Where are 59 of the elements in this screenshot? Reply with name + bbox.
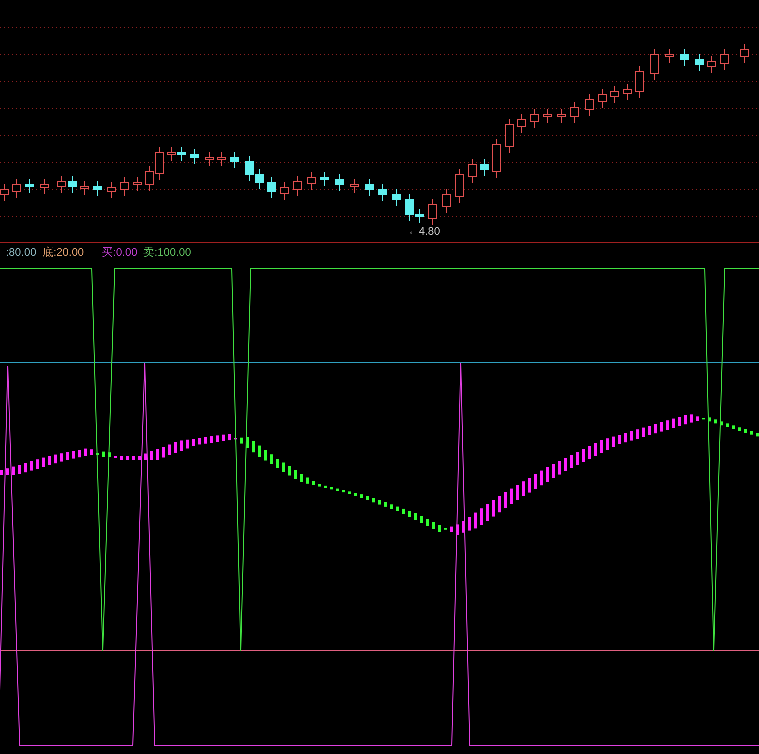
candlestick — [190, 148, 200, 164]
candlestick — [392, 188, 402, 206]
candlestick — [336, 174, 344, 192]
candlestick — [696, 54, 704, 72]
candlestick — [530, 108, 540, 128]
candlestick — [146, 166, 154, 192]
candlestick — [456, 168, 464, 204]
candlestick — [558, 108, 566, 124]
candlestick — [442, 188, 452, 214]
candlestick — [256, 168, 264, 190]
candlestick — [58, 176, 66, 194]
candlestick — [366, 178, 374, 196]
candlestick — [720, 48, 730, 70]
candlestick — [156, 146, 164, 180]
candlestick — [740, 44, 750, 64]
candlestick — [178, 146, 186, 162]
candlestick — [280, 182, 290, 200]
candlestick — [120, 176, 130, 196]
candlestick — [492, 138, 502, 178]
candlestick — [94, 180, 102, 196]
candlestick — [428, 198, 438, 226]
candlestick — [598, 88, 608, 108]
candlestick — [378, 184, 388, 202]
candlestick — [246, 156, 254, 182]
candlestick — [268, 176, 276, 198]
candlestick — [206, 152, 214, 166]
candlestick — [506, 118, 514, 154]
candlestick — [610, 86, 620, 104]
candlestick — [624, 84, 632, 100]
candlestick — [544, 108, 552, 124]
candlestick — [308, 172, 316, 190]
indicator-value-label: 底:20.00 — [42, 246, 84, 260]
candlestick — [518, 114, 526, 134]
indicator-value-label: 买:0.00 — [102, 246, 138, 260]
candlestick — [570, 102, 580, 124]
candlestick — [666, 48, 674, 64]
candlestick — [218, 152, 226, 166]
indicator-value-label: :80.00 — [6, 246, 37, 260]
candlestick — [40, 178, 50, 194]
candlestick — [108, 182, 116, 198]
indicator-value-label: 卖:100.00 — [144, 246, 192, 260]
candlestick — [294, 176, 302, 196]
low-price-marker: ←4.80 — [408, 226, 440, 239]
candlestick — [468, 158, 478, 184]
candlestick — [350, 178, 360, 194]
candlestick — [26, 178, 34, 194]
candlestick — [168, 146, 176, 162]
candlestick — [12, 178, 22, 198]
candlestick — [320, 172, 330, 186]
candlestick — [68, 176, 78, 194]
candlestick — [586, 94, 594, 116]
candlestick — [230, 152, 240, 168]
candlestick — [650, 48, 660, 80]
candlestick — [134, 176, 142, 192]
candlestick — [680, 48, 690, 66]
candlestick — [480, 158, 490, 176]
candlestick — [636, 66, 644, 98]
candlestick — [708, 56, 716, 74]
candlestick — [80, 180, 90, 196]
